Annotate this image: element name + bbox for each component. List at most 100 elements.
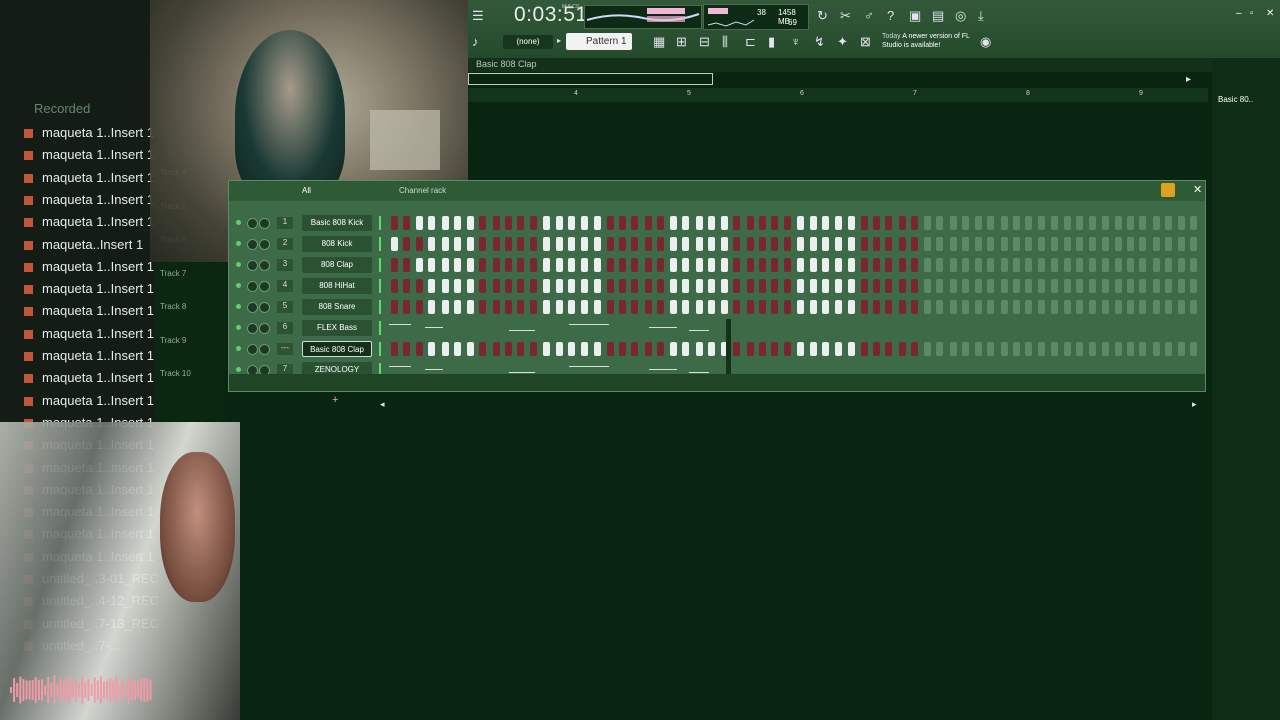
mixer-track-number[interactable]: 1 bbox=[277, 217, 293, 229]
graph-editor-icon[interactable] bbox=[1161, 183, 1175, 197]
step-button[interactable] bbox=[441, 216, 449, 230]
step-button[interactable] bbox=[1025, 237, 1033, 251]
step-button[interactable] bbox=[708, 258, 716, 272]
step-button[interactable] bbox=[708, 237, 716, 251]
step-button[interactable] bbox=[606, 237, 614, 251]
channel-mute-led[interactable] bbox=[236, 241, 241, 246]
step-button[interactable] bbox=[1177, 237, 1185, 251]
step-button[interactable] bbox=[860, 237, 868, 251]
piano-roll-icon[interactable]: ⊞ bbox=[676, 34, 687, 50]
step-button[interactable] bbox=[479, 216, 486, 230]
step-button[interactable] bbox=[682, 279, 690, 293]
step-button[interactable] bbox=[669, 237, 677, 251]
step-button[interactable] bbox=[1102, 258, 1110, 272]
step-button[interactable] bbox=[682, 342, 690, 356]
step-button[interactable] bbox=[1177, 300, 1185, 314]
step-button[interactable] bbox=[505, 237, 512, 251]
step-button[interactable] bbox=[1127, 300, 1134, 314]
step-button[interactable] bbox=[746, 216, 754, 230]
step-button[interactable] bbox=[403, 237, 411, 251]
step-button[interactable] bbox=[797, 279, 805, 293]
step-button[interactable] bbox=[428, 342, 436, 356]
channel-name-button[interactable]: Basic 808 Clap bbox=[302, 341, 372, 357]
channel-row[interactable]: 4 808 HiHat bbox=[229, 277, 1205, 295]
step-button[interactable] bbox=[1177, 279, 1185, 293]
step-button[interactable] bbox=[517, 300, 525, 314]
step-button[interactable] bbox=[631, 300, 639, 314]
step-button[interactable] bbox=[441, 342, 449, 356]
channel-name-button[interactable]: 808 Snare bbox=[302, 299, 372, 315]
step-button[interactable] bbox=[962, 279, 970, 293]
track-label[interactable]: Track 7 bbox=[160, 269, 186, 278]
step-button[interactable] bbox=[580, 279, 588, 293]
browser-folder-recorded[interactable]: Recorded bbox=[34, 101, 90, 116]
step-button[interactable] bbox=[669, 300, 677, 314]
step-button[interactable] bbox=[415, 237, 423, 251]
step-button[interactable] bbox=[454, 300, 462, 314]
step-button[interactable] bbox=[505, 216, 512, 230]
step-button[interactable] bbox=[1165, 237, 1173, 251]
step-button[interactable] bbox=[505, 258, 512, 272]
step-button[interactable] bbox=[873, 258, 880, 272]
step-button[interactable] bbox=[403, 300, 411, 314]
pan-knob[interactable] bbox=[247, 218, 258, 229]
step-button[interactable] bbox=[428, 300, 436, 314]
step-button[interactable] bbox=[1190, 216, 1198, 230]
snap-selector[interactable]: (none) bbox=[503, 35, 553, 49]
step-button[interactable] bbox=[848, 342, 856, 356]
step-button[interactable] bbox=[543, 258, 551, 272]
step-button[interactable] bbox=[733, 216, 740, 230]
step-button[interactable] bbox=[1037, 300, 1045, 314]
step-button[interactable] bbox=[657, 279, 665, 293]
step-button[interactable] bbox=[809, 216, 817, 230]
step-button[interactable] bbox=[911, 279, 919, 293]
step-button[interactable] bbox=[1139, 279, 1147, 293]
step-button[interactable] bbox=[809, 300, 817, 314]
step-button[interactable] bbox=[606, 279, 614, 293]
step-button[interactable] bbox=[746, 258, 754, 272]
edison-icon[interactable]: ✦ bbox=[837, 34, 848, 50]
step-button[interactable] bbox=[529, 342, 537, 356]
channel-name-button[interactable]: Basic 808 Kick bbox=[302, 215, 372, 231]
step-button[interactable] bbox=[974, 300, 982, 314]
step-button[interactable] bbox=[720, 237, 728, 251]
channel-select-indicator[interactable] bbox=[379, 321, 381, 335]
step-button[interactable] bbox=[492, 300, 500, 314]
step-button[interactable] bbox=[1063, 237, 1071, 251]
step-button[interactable] bbox=[911, 258, 919, 272]
step-button[interactable] bbox=[657, 342, 665, 356]
download-icon[interactable]: ⤓ bbox=[978, 8, 984, 24]
step-button[interactable] bbox=[580, 300, 588, 314]
step-button[interactable] bbox=[415, 258, 423, 272]
step-button[interactable] bbox=[885, 279, 893, 293]
step-button[interactable] bbox=[860, 279, 868, 293]
step-button[interactable] bbox=[1000, 342, 1008, 356]
step-button[interactable] bbox=[645, 300, 652, 314]
step-button[interactable] bbox=[936, 258, 944, 272]
step-button[interactable] bbox=[492, 237, 500, 251]
step-button[interactable] bbox=[1139, 258, 1147, 272]
step-button[interactable] bbox=[529, 279, 537, 293]
step-button[interactable] bbox=[606, 342, 614, 356]
step-button[interactable] bbox=[555, 216, 563, 230]
step-button[interactable] bbox=[834, 237, 842, 251]
step-button[interactable] bbox=[746, 342, 754, 356]
channel-mute-led[interactable] bbox=[236, 346, 241, 351]
step-button[interactable] bbox=[415, 279, 423, 293]
step-button[interactable] bbox=[391, 237, 398, 251]
step-button[interactable] bbox=[783, 342, 791, 356]
step-button[interactable] bbox=[505, 300, 512, 314]
step-button[interactable] bbox=[1177, 342, 1185, 356]
step-button[interactable] bbox=[619, 279, 626, 293]
step-button[interactable] bbox=[1102, 300, 1110, 314]
step-button[interactable] bbox=[733, 237, 740, 251]
step-button[interactable] bbox=[1051, 279, 1059, 293]
step-button[interactable] bbox=[619, 237, 626, 251]
pan-knob[interactable] bbox=[247, 239, 258, 250]
channel-name-button[interactable]: FLEX Bass bbox=[302, 320, 372, 336]
step-button[interactable] bbox=[631, 279, 639, 293]
channel-row[interactable]: 2 808 Kick bbox=[229, 235, 1205, 253]
step-button[interactable] bbox=[911, 237, 919, 251]
step-button[interactable] bbox=[555, 258, 563, 272]
step-button[interactable] bbox=[1076, 300, 1084, 314]
